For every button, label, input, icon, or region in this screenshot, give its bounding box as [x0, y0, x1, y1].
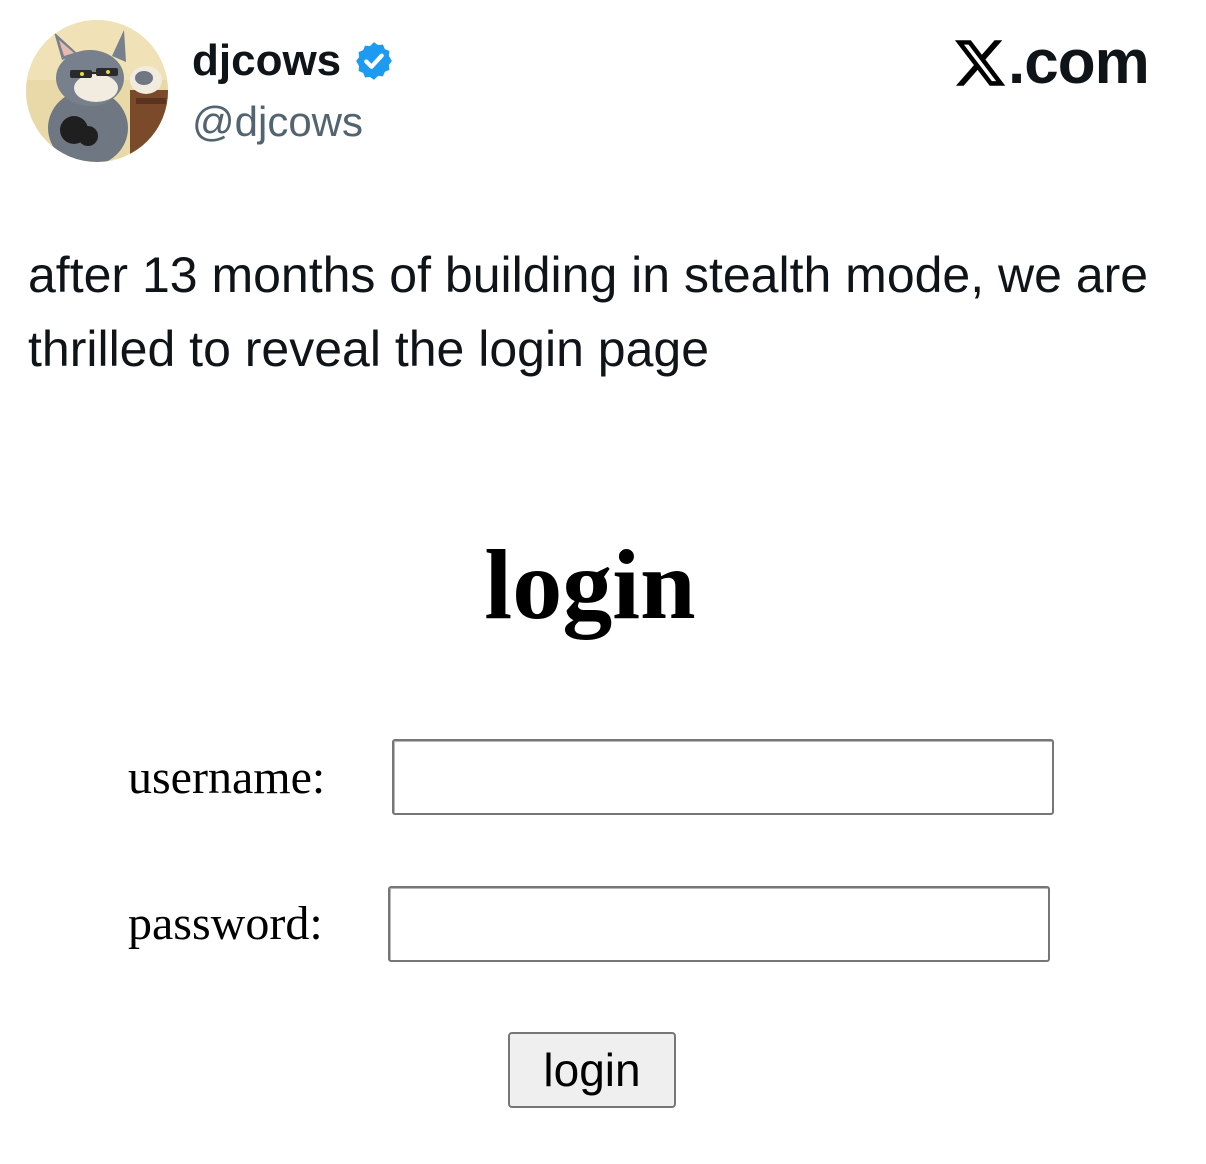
brand-logo: .com: [952, 28, 1150, 97]
post-text: after 13 months of building in stealth m…: [28, 247, 1149, 377]
verified-badge-icon: [353, 40, 395, 82]
x-logo-icon: [952, 35, 1008, 91]
username-label: username:: [128, 751, 326, 804]
avatar[interactable]: [26, 20, 168, 162]
login-button[interactable]: login: [508, 1032, 676, 1108]
username-input[interactable]: [392, 739, 1054, 815]
password-label: password:: [128, 897, 323, 950]
password-input[interactable]: [388, 886, 1050, 962]
login-page-title: login: [484, 529, 696, 640]
brand-text: .com: [1008, 28, 1150, 97]
cartoon-cat-avatar-icon: [26, 20, 168, 162]
author-handle[interactable]: @djcows: [192, 96, 363, 148]
author-display-name-text: djcows: [192, 36, 342, 85]
author-display-name[interactable]: djcows: [192, 34, 395, 88]
